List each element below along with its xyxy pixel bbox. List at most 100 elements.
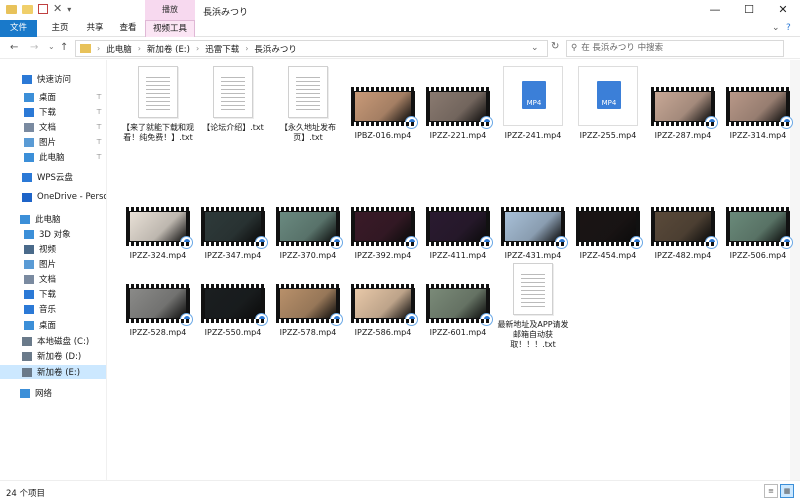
file-item[interactable]: IPZZ-314.mp4 xyxy=(722,66,794,141)
video-frame xyxy=(655,92,711,121)
navigation-pane: 快速访问桌面 ⊤ 下载 ⊤ 文档 ⊤ 图片 ⊤ 此电脑 ⊤ WPS云盘 OneDrive - Pers… xyxy=(0,60,107,480)
file-item[interactable]: IPZZ-506.mp4 xyxy=(722,186,794,261)
media-player-icon xyxy=(705,116,718,129)
sidebar-item[interactable]: 图片 xyxy=(0,257,106,271)
sidebar-item[interactable]: 网络 xyxy=(0,386,106,400)
file-item[interactable]: IPZZ-528.mp4 xyxy=(122,263,194,338)
file-item[interactable]: IPZZ-221.mp4 xyxy=(422,66,494,141)
media-player-icon xyxy=(255,236,268,249)
folder-icon[interactable] xyxy=(22,4,33,14)
file-item[interactable]: IPZZ-550.mp4 xyxy=(197,263,269,338)
sidebar-item[interactable]: 图片 ⊤ xyxy=(0,135,106,149)
tab-file[interactable]: 文件 xyxy=(0,20,37,37)
video-frame xyxy=(355,212,411,241)
status-bar: 24 个项目 ≡ ▦ xyxy=(0,480,800,502)
sidebar-item-label: OneDrive - Persona xyxy=(37,192,106,202)
back-button[interactable]: ← xyxy=(10,42,18,53)
text-file-icon xyxy=(288,66,328,118)
forward-button[interactable]: → xyxy=(30,42,38,53)
tab-share[interactable]: 共享 xyxy=(80,20,110,37)
desktop-icon xyxy=(24,320,34,330)
file-name: IPZZ-528.mp4 xyxy=(129,328,187,337)
mp4-badge: MP4 xyxy=(522,81,546,109)
sidebar-item[interactable]: 此电脑 ⊤ xyxy=(0,150,106,164)
address-field[interactable]: › 此电脑 › 新加卷 (E:) › 迅雷下载 › 長浜みつり ⌄ xyxy=(75,40,548,57)
sidebar-item[interactable]: 此电脑 xyxy=(0,212,106,226)
sidebar-item[interactable]: 下载 ⊤ xyxy=(0,105,106,119)
sidebar-item[interactable]: 本地磁盘 (C:) xyxy=(0,334,106,348)
file-item[interactable]: IPZZ-586.mp4 xyxy=(347,263,419,338)
customize-toolbar-icon[interactable]: ▾ xyxy=(67,5,71,14)
sidebar-item[interactable]: 新加卷 (E:) xyxy=(0,365,106,379)
sidebar-item[interactable]: 下载 xyxy=(0,287,106,301)
breadcrumb-item[interactable]: 此电脑 xyxy=(106,43,132,55)
video-frame xyxy=(355,289,411,318)
sidebar-item[interactable]: 视频 xyxy=(0,242,106,256)
computer-icon xyxy=(20,214,30,224)
video-frame xyxy=(655,212,711,241)
search-input[interactable]: ⚲ 在 長浜みつり 中搜索 xyxy=(566,40,784,57)
minimize-button[interactable]: — xyxy=(698,0,732,20)
file-item[interactable]: IPZZ-411.mp4 xyxy=(422,186,494,261)
tab-home[interactable]: 主页 xyxy=(45,20,75,37)
video-thumbnail xyxy=(351,87,418,129)
sidebar-item-label: 图片 xyxy=(39,138,57,148)
file-item[interactable]: IPZZ-324.mp4 xyxy=(122,186,194,261)
file-item[interactable]: IPZZ-578.mp4 xyxy=(272,263,344,338)
drive-icon xyxy=(22,351,32,361)
file-item[interactable]: IPZZ-454.mp4 xyxy=(572,186,644,261)
sidebar-item[interactable]: 文档 ⊤ xyxy=(0,120,106,134)
delete-icon[interactable]: ✕ xyxy=(53,3,62,14)
sidebar-item[interactable]: OneDrive - Persona xyxy=(0,190,106,204)
file-name: IPZZ-454.mp4 xyxy=(579,251,637,260)
file-item[interactable]: 【论坛介绍】.txt xyxy=(197,66,269,133)
maximize-button[interactable]: ☐ xyxy=(732,0,766,20)
sidebar-item[interactable]: 桌面 ⊤ xyxy=(0,90,106,104)
media-player-icon xyxy=(180,313,193,326)
file-item[interactable]: IPBZ-016.mp4 xyxy=(347,66,419,141)
properties-icon[interactable] xyxy=(38,4,48,14)
download-icon xyxy=(24,289,34,299)
media-player-icon xyxy=(480,116,493,129)
music-icon xyxy=(24,304,34,314)
file-item[interactable]: MP4 IPZZ-241.mp4 xyxy=(497,66,569,141)
sidebar-item[interactable]: WPS云盘 xyxy=(0,170,106,184)
large-icons-view-button[interactable]: ▦ xyxy=(780,484,794,498)
ribbon-expand-icon[interactable]: ⌄ xyxy=(772,23,780,33)
quick-access-toolbar: ✕ ▾ xyxy=(6,3,71,14)
window-title: 長浜みつり xyxy=(203,8,249,18)
file-item[interactable]: IPZZ-601.mp4 xyxy=(422,263,494,338)
text-file-icon xyxy=(138,66,178,118)
sidebar-item[interactable]: 快速访问 xyxy=(0,72,106,86)
details-view-button[interactable]: ≡ xyxy=(764,484,778,498)
help-icon[interactable]: ? xyxy=(786,23,791,33)
breadcrumb-item[interactable]: 長浜みつり xyxy=(254,43,297,55)
address-dropdown-icon[interactable]: ⌄ xyxy=(531,43,539,53)
breadcrumb-item[interactable]: 迅雷下载 xyxy=(205,43,239,55)
sidebar-item[interactable]: 新加卷 (D:) xyxy=(0,349,106,363)
refresh-button[interactable]: ↻ xyxy=(551,41,559,52)
sidebar-item[interactable]: 3D 对象 xyxy=(0,227,106,241)
onedrive-icon xyxy=(22,192,32,202)
file-item[interactable]: 最新地址及APP请发邮箱自动获取！！！.txt xyxy=(497,263,569,350)
file-item[interactable]: 【来了就能下载和观看！纯免费！】.txt xyxy=(122,66,194,143)
file-item[interactable]: IPZZ-482.mp4 xyxy=(647,186,719,261)
file-item[interactable]: IPZZ-287.mp4 xyxy=(647,66,719,141)
breadcrumb-item[interactable]: 新加卷 (E:) xyxy=(147,43,190,55)
file-item[interactable]: IPZZ-392.mp4 xyxy=(347,186,419,261)
file-item[interactable]: MP4 IPZZ-255.mp4 xyxy=(572,66,644,141)
video-frame xyxy=(580,212,636,241)
tab-view[interactable]: 查看 xyxy=(113,20,143,37)
file-item[interactable]: 【永久地址发布页】.txt xyxy=(272,66,344,143)
tab-video-tools[interactable]: 视频工具 xyxy=(145,20,195,37)
sidebar-item[interactable]: 文档 xyxy=(0,272,106,286)
close-button[interactable]: ✕ xyxy=(766,0,800,20)
up-button[interactable]: ↑ xyxy=(60,42,68,53)
file-name: IPZZ-324.mp4 xyxy=(129,251,187,260)
sidebar-item[interactable]: 桌面 xyxy=(0,318,106,332)
file-item[interactable]: IPZZ-370.mp4 xyxy=(272,186,344,261)
file-item[interactable]: IPZZ-347.mp4 xyxy=(197,186,269,261)
file-item[interactable]: IPZZ-431.mp4 xyxy=(497,186,569,261)
sidebar-item[interactable]: 音乐 xyxy=(0,302,106,316)
recent-locations-button[interactable]: ⌄ xyxy=(48,42,55,51)
